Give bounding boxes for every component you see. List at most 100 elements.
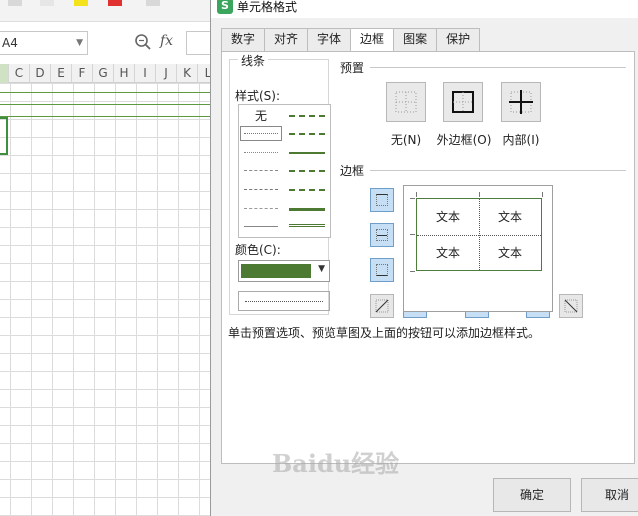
tab-protection[interactable]: 保护 [436,28,481,51]
line-style-option[interactable] [289,189,325,191]
watermark: Baidu经验 [272,449,400,478]
preview-cell-text: 文本 [435,210,460,224]
border-diagonal-up-button[interactable] [370,294,394,318]
line-style-none[interactable]: 无 [239,107,283,124]
color-dropdown[interactable]: ▼ [238,260,330,282]
cancel-button[interactable]: 取消 [581,478,638,512]
preview-tick [410,198,415,199]
border-diagonal-down-button[interactable] [559,294,583,318]
green-border-line [0,104,212,105]
ok-button[interactable]: 确定 [493,478,571,512]
column-header: C D E F G H I J K L [0,64,212,83]
chevron-down-icon[interactable]: ▼ [76,32,83,54]
spreadsheet-app-icon: S [217,0,233,14]
sheet-toolbar [0,0,212,22]
border-section-divider [370,170,626,171]
border-horizontal-icon [376,229,388,241]
border-section-title: 边框 [340,164,365,178]
highlight-color-swatch[interactable] [74,0,88,6]
preview-table[interactable]: 文本 文本 文本 文本 [416,198,542,271]
preset-outline-button[interactable] [443,82,483,122]
border-top-icon [376,194,388,206]
column-header-cell[interactable]: F [72,64,93,83]
chevron-down-icon[interactable]: ▼ [318,264,325,274]
presets-title: 预置 [340,61,365,75]
formula-input[interactable] [186,31,212,55]
line-style-option[interactable] [289,133,325,135]
border-outline-icon [452,91,474,113]
font-color-swatch[interactable] [108,0,122,6]
line-style-option[interactable] [244,170,278,171]
border-preview[interactable]: 文本 文本 文本 文本 [403,185,553,312]
column-header-cell[interactable]: G [93,64,114,83]
cell-grid[interactable] [0,83,212,516]
line-style-list[interactable]: 无 [238,104,331,238]
line-style-option[interactable] [289,170,325,172]
preview-tick [410,271,415,272]
toolbar-swatch[interactable] [8,0,22,6]
name-box[interactable]: A4 ▼ [0,31,88,55]
tab-alignment[interactable]: 对齐 [264,28,308,51]
border-none-icon [395,91,417,113]
toolbar-swatch[interactable] [146,0,160,6]
selected-color-swatch [241,264,311,278]
border-top-button[interactable] [370,188,394,212]
preview-cell-text: 文本 [497,246,522,260]
preview-tick [410,234,415,235]
column-header-cell[interactable]: E [51,64,72,83]
preset-inside-label: 内部(I) [502,133,540,147]
column-header-cell[interactable]: I [135,64,156,83]
line-style-option[interactable] [244,133,278,134]
style-label: 样式(S): [235,89,281,103]
column-header-cell[interactable] [0,64,9,83]
line-style-option[interactable] [244,226,278,227]
selected-cell[interactable] [0,117,8,155]
preview-tick [479,192,480,197]
column-header-cell[interactable]: H [114,64,135,83]
spreadsheet-background: A4 ▼ fx C D E F G H I J K L [0,0,212,516]
border-horizontal-button[interactable] [370,223,394,247]
line-style-option[interactable] [289,224,325,227]
preset-none-label: 无(N) [390,133,422,147]
fx-icon[interactable]: fx [160,33,173,49]
column-header-cell[interactable]: D [30,64,51,83]
column-header-cell[interactable]: K [177,64,198,83]
diagonal-up-icon [375,299,389,313]
format-cells-dialog: S 单元格格式 数字 对齐 字体 边框 图案 保护 线条 样式(S): 无 颜色… [210,0,638,516]
line-preview [238,291,330,311]
line-style-option[interactable] [244,208,278,209]
border-bottom-button[interactable] [370,258,394,282]
dialog-title: 单元格格式 [237,0,298,14]
preview-tick [416,192,417,197]
toolbar-swatch[interactable] [40,0,54,6]
tab-bar: 数字 对齐 字体 边框 图案 保护 [221,28,481,52]
tab-border[interactable]: 边框 [350,28,394,52]
diagonal-down-icon [564,299,578,313]
line-group: 线条 样式(S): 无 颜色(C): ▼ [229,52,331,315]
preset-outline-label: 外边框(O) [436,133,492,147]
column-header-cell[interactable]: C [9,64,30,83]
line-style-option[interactable] [289,208,325,211]
line-style-option[interactable] [289,115,325,117]
line-style-option[interactable] [244,189,278,190]
line-group-title: 线条 [238,52,269,69]
zoom-icon[interactable] [134,33,152,51]
tab-number[interactable]: 数字 [221,28,265,51]
tab-pattern[interactable]: 图案 [393,28,437,51]
preset-none-button[interactable] [386,82,426,122]
green-border-line [0,116,212,117]
border-inside-icon [509,90,533,114]
column-header-cell[interactable]: J [156,64,177,83]
green-border-line [0,92,212,93]
name-box-value: A4 [2,36,18,50]
hint-text: 单击预置选项、预览草图及上面的按钮可以添加边框样式。 [228,326,541,340]
border-bottom-icon [376,264,388,276]
presets-divider [370,67,626,68]
tab-font[interactable]: 字体 [307,28,351,51]
line-style-option[interactable] [289,152,325,154]
preset-inside-button[interactable] [501,82,541,122]
border-tab-panel: 线条 样式(S): 无 颜色(C): ▼ 预置 无(N) 外边框(O) 内部(I… [221,51,635,464]
line-style-option[interactable] [244,152,278,153]
preview-cell-text: 文本 [497,210,522,224]
dialog-titlebar[interactable]: S 单元格格式 [211,0,638,18]
